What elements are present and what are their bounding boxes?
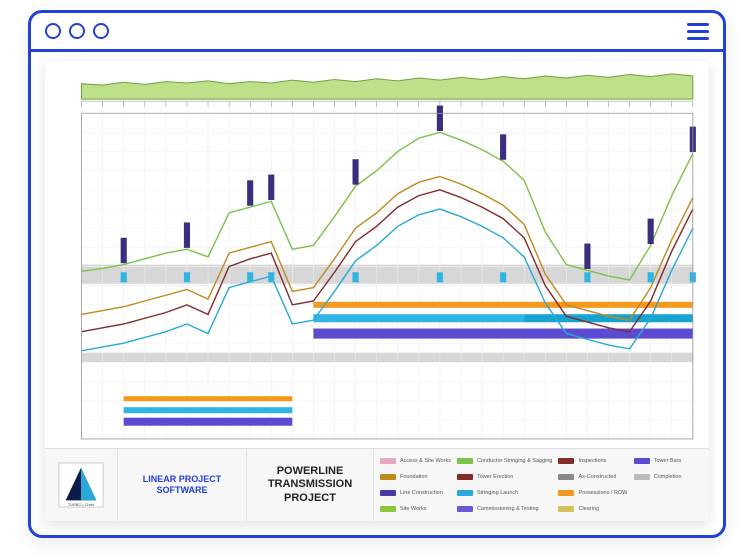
legend-label: As-Constructed — [578, 474, 616, 480]
legend-swatch — [457, 474, 473, 480]
content-panel: TURBO | Chart LINEAR PROJECT SOFTWARE PO… — [45, 61, 709, 521]
control-dot[interactable] — [69, 23, 85, 39]
logo-caption: TURBO | Chart — [68, 503, 95, 507]
legend-label: Tower Bars — [654, 458, 682, 464]
legend-item: Tower Erection — [457, 470, 553, 484]
legend-swatch — [634, 490, 650, 496]
legend-swatch — [457, 458, 473, 464]
legend-swatch — [634, 458, 650, 464]
legend-label: Clearing — [578, 506, 598, 512]
menu-icon[interactable] — [687, 23, 709, 40]
legend-item: Commissioning & Testing — [457, 502, 553, 516]
legend-label: Commissioning & Testing — [477, 506, 539, 512]
legend-swatch — [558, 458, 574, 464]
window-controls — [45, 23, 109, 39]
legend-swatch — [380, 490, 396, 496]
legend-item: Possessions / ROW — [558, 486, 627, 500]
legend-label: Line Construction — [400, 490, 443, 496]
footer: TURBO | Chart LINEAR PROJECT SOFTWARE PO… — [45, 448, 709, 521]
legend-swatch — [380, 458, 396, 464]
legend-label: Inspections — [578, 458, 606, 464]
control-dot[interactable] — [45, 23, 61, 39]
legend-swatch — [457, 506, 473, 512]
legend-item: Conductor Stringing & Sagging — [457, 454, 553, 468]
legend-item: Access & Site Works — [380, 454, 451, 468]
legend-swatch — [558, 506, 574, 512]
browser-window: TURBO | Chart LINEAR PROJECT SOFTWARE PO… — [28, 10, 726, 538]
legend-label: Tower Erection — [477, 474, 513, 480]
legend-swatch — [558, 474, 574, 480]
legend-item: As-Constructed — [558, 470, 627, 484]
legend-item: Tower Bars — [634, 454, 703, 468]
legend: Access & Site Works Conductor Stringing &… — [374, 449, 709, 521]
legend-item — [634, 502, 703, 516]
logo: TURBO | Chart — [45, 449, 118, 521]
legend-item: Clearing — [558, 502, 627, 516]
legend-label: Access & Site Works — [400, 458, 451, 464]
legend-item: Foundation — [380, 470, 451, 484]
legend-item: Line Construction — [380, 486, 451, 500]
legend-swatch — [634, 506, 650, 512]
legend-swatch — [634, 474, 650, 480]
legend-item: Stringing Launch — [457, 486, 553, 500]
legend-item: Inspections — [558, 454, 627, 468]
software-label: LINEAR PROJECT SOFTWARE — [118, 449, 247, 521]
legend-item: Completion — [634, 470, 703, 484]
time-distance-chart — [45, 61, 709, 449]
titlebar — [31, 13, 723, 52]
legend-label: Site Works — [400, 506, 427, 512]
legend-label: Completion — [654, 474, 682, 480]
legend-label: Conductor Stringing & Sagging — [477, 458, 553, 464]
legend-swatch — [380, 474, 396, 480]
legend-item — [634, 486, 703, 500]
legend-swatch — [457, 490, 473, 496]
legend-swatch — [380, 506, 396, 512]
legend-label: Foundation — [400, 474, 428, 480]
legend-swatch — [558, 490, 574, 496]
legend-label: Possessions / ROW — [578, 490, 627, 496]
legend-label: Stringing Launch — [477, 490, 518, 496]
project-title: POWERLINE TRANSMISSION PROJECT — [247, 449, 374, 521]
legend-item: Site Works — [380, 502, 451, 516]
control-dot[interactable] — [93, 23, 109, 39]
